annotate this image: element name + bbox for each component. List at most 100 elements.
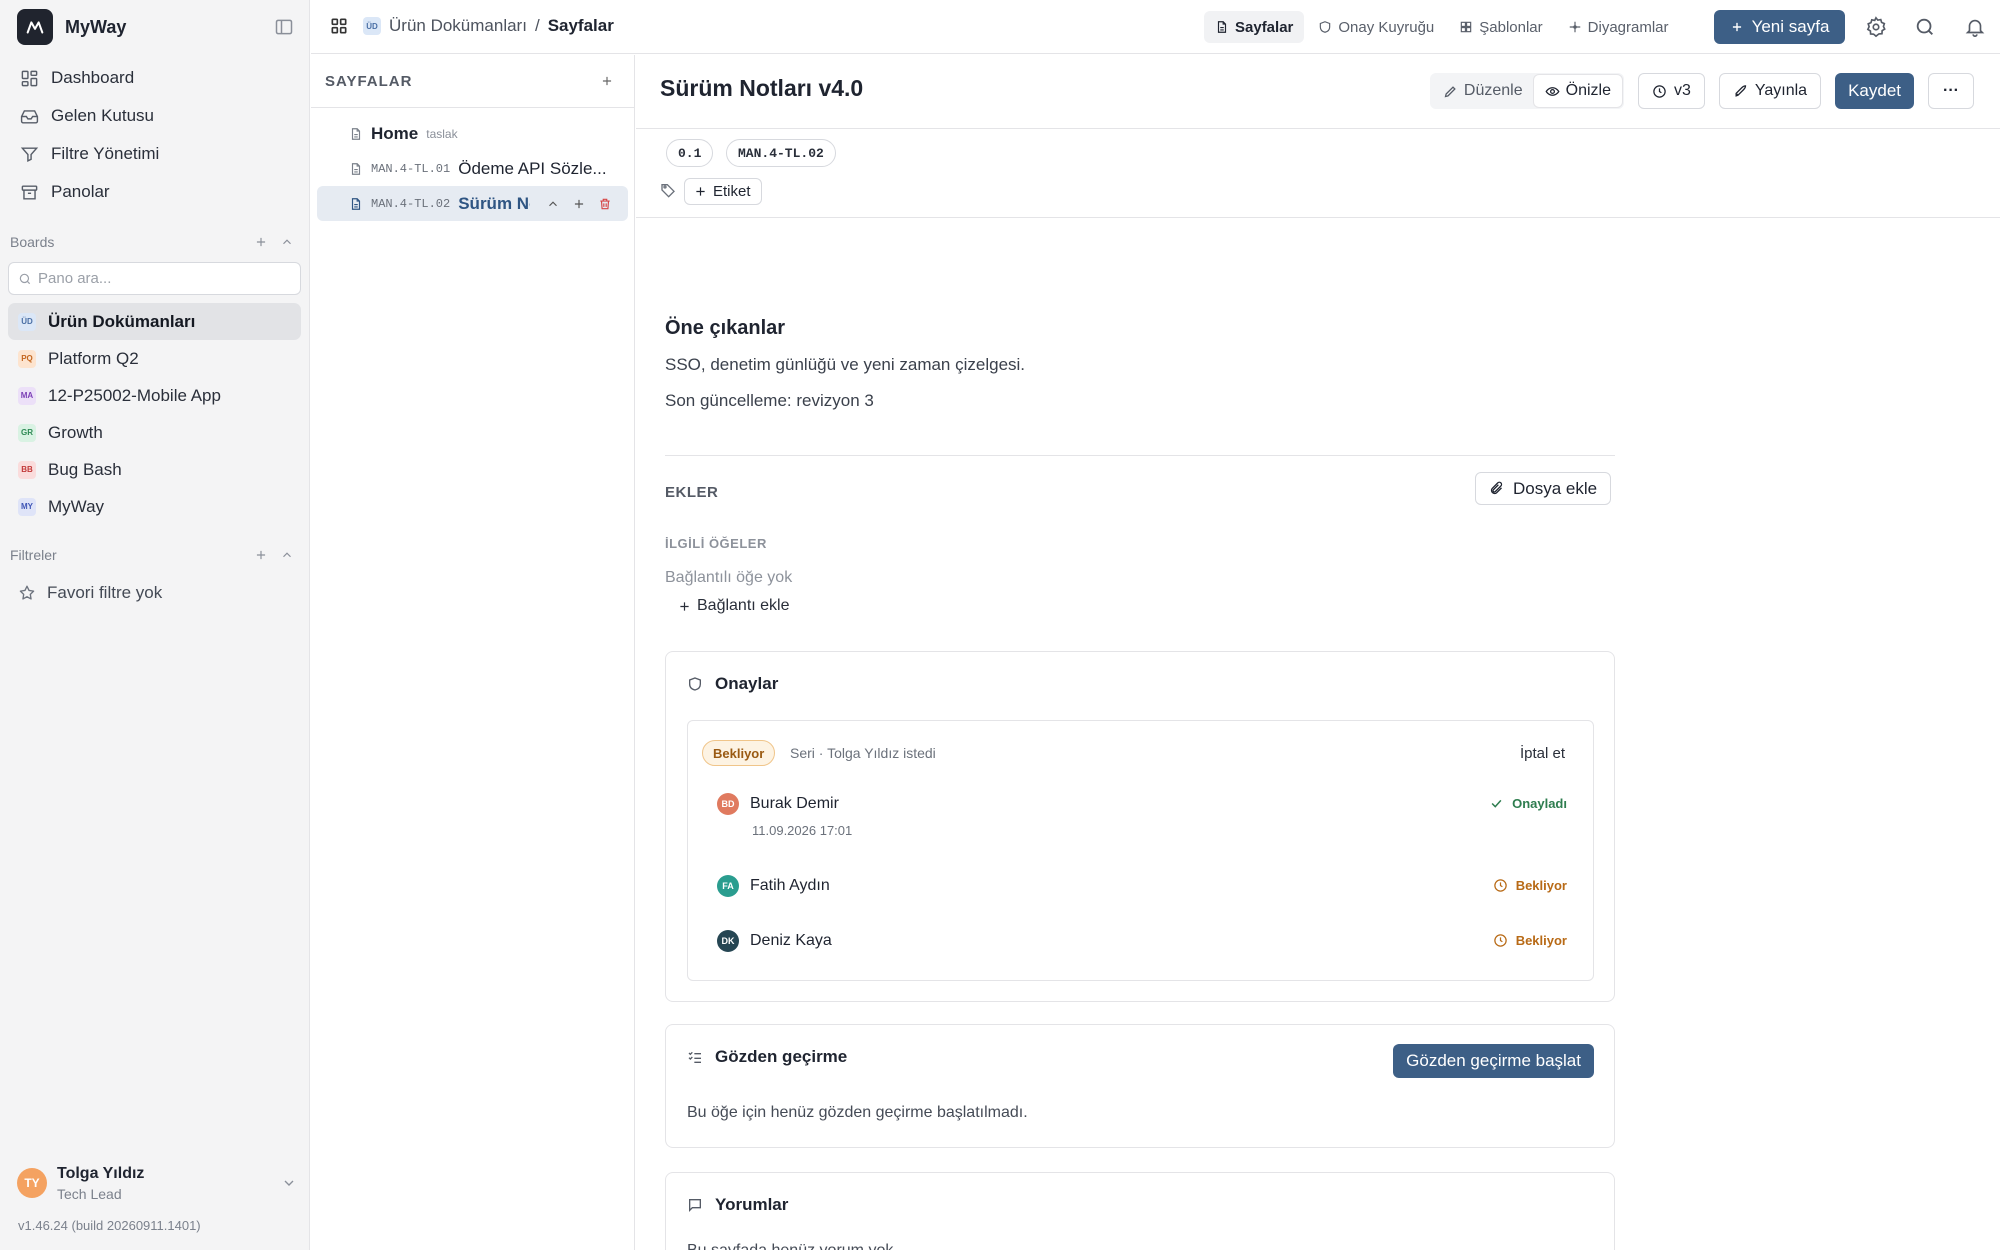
attach-file-button[interactable]: Dosya ekle — [1475, 472, 1612, 505]
boards-label: Boards — [10, 234, 55, 250]
more-options-button[interactable]: ··· — [1928, 73, 1974, 109]
user-menu[interactable]: TY Tolga Yıldız Tech Lead — [17, 1162, 297, 1204]
tab-approval-queue[interactable]: Onay Kuyruğu — [1307, 11, 1445, 43]
review-title-text: Gözden geçirme — [715, 1047, 848, 1066]
board-label: Bug Bash — [48, 459, 122, 479]
version-history-button[interactable]: v3 — [1637, 73, 1705, 109]
document-meta: 0.1 MAN.4-TL.02 Etiket — [636, 129, 2000, 218]
add-page-icon[interactable] — [600, 74, 614, 88]
approvals-title: Onaylar — [687, 674, 778, 694]
board-badge: ÜD — [18, 312, 36, 331]
nav-item-inbox[interactable]: Gelen Kutusu — [10, 97, 300, 135]
publish-button[interactable]: Yayınla — [1718, 73, 1822, 109]
document-icon — [351, 162, 361, 175]
nav-item-dashboard[interactable]: Dashboard — [10, 59, 300, 97]
board-item[interactable]: GR Growth — [8, 414, 301, 451]
preview-label: Önizle — [1565, 82, 1611, 99]
preview-mode-button[interactable]: Önizle — [1533, 75, 1622, 107]
search-icon — [19, 273, 31, 284]
add-tag-button[interactable]: Etiket — [684, 178, 762, 205]
board-item[interactable]: PQ Platform Q2 — [8, 340, 301, 377]
favorite-filters-empty: Favori filtre yok — [18, 583, 162, 603]
board-item[interactable]: BB Bug Bash — [8, 451, 301, 488]
board-search[interactable] — [8, 262, 301, 295]
board-label: Platform Q2 — [48, 348, 139, 368]
version-chip: 0.1 — [666, 139, 714, 167]
edit-label: Düzenle — [1463, 82, 1523, 99]
star-icon — [19, 585, 35, 600]
draft-label: taslak — [426, 126, 458, 141]
page-tree: Home taslak MAN.4-TL.01 Ödeme API Sözle.… — [311, 108, 634, 229]
logo-icon — [17, 9, 53, 45]
tab-label: Şablonlar — [1479, 18, 1543, 36]
apps-grid-icon[interactable] — [329, 16, 349, 36]
page-tree-item-active[interactable]: MAN.4-TL.02 Sürüm Notları v4.0 — [317, 186, 628, 221]
archive-icon — [21, 184, 38, 200]
plus-icon — [696, 187, 705, 196]
brand-name: MyWay — [65, 16, 127, 37]
chevron-up-icon[interactable] — [280, 235, 294, 249]
brand[interactable]: MyWay — [17, 9, 126, 45]
document-header: Sürüm Notları v4.0 Düzenle Önizle v3 Yay… — [636, 55, 2000, 129]
page-tree-item[interactable]: MAN.4-TL.01 Ödeme API Sözle... — [317, 151, 628, 186]
review-title: Gözden geçirme — [687, 1047, 847, 1067]
trash-icon[interactable] — [598, 197, 612, 211]
document-icon — [351, 127, 361, 140]
nav-item-boards[interactable]: Panolar — [10, 173, 300, 211]
approver-row: DK Deniz Kaya Bekliyor — [717, 926, 1567, 956]
document-actions: Düzenle Önizle v3 Yayınla Kaydet ··· — [1429, 73, 1974, 109]
approval-date: 11.09.2026 17:01 — [752, 823, 853, 838]
code-chip: MAN.4-TL.02 — [726, 139, 836, 167]
board-item[interactable]: MY MyWay — [8, 488, 301, 525]
approval-status-label: Bekliyor — [1515, 933, 1567, 948]
add-board-icon[interactable] — [254, 235, 268, 249]
attachments-label: EKLER — [665, 484, 719, 501]
no-links-text: Bağlantılı öğe yok — [665, 569, 793, 586]
user-role: Tech Lead — [57, 1185, 122, 1202]
tab-diagrams[interactable]: Diyagramlar — [1557, 11, 1680, 43]
rocket-icon — [1735, 84, 1747, 97]
approval-status: Bekliyor — [1493, 933, 1567, 948]
approvals-title-text: Onaylar — [715, 674, 779, 693]
approval-status: Bekliyor — [1493, 878, 1567, 893]
board-label: Ürün Dokümanları — [48, 311, 196, 331]
breadcrumb-board[interactable]: Ürün Dokümanları — [389, 16, 527, 36]
document-title: Sürüm Notları v4.0 — [660, 75, 864, 101]
page-title: Home — [371, 123, 419, 143]
app-root: MyWay Dashboard Gelen Kutusu Filtre Yöne… — [0, 0, 2000, 1250]
search-icon[interactable] — [1914, 16, 1936, 38]
new-page-button[interactable]: Yeni sayfa — [1714, 10, 1845, 44]
board-badge: GR — [18, 423, 36, 442]
page-tree-item[interactable]: Home taslak — [317, 116, 628, 151]
chevron-up-icon[interactable] — [280, 548, 294, 562]
add-link-button[interactable]: Bağlantı ekle — [679, 597, 790, 615]
board-item[interactable]: ÜD Ürün Dokümanları — [8, 303, 301, 340]
tab-templates[interactable]: Şablonlar — [1448, 11, 1553, 43]
add-filter-icon[interactable] — [254, 548, 268, 562]
shield-icon — [689, 677, 701, 691]
edit-mode-button[interactable]: Düzenle — [1432, 75, 1534, 107]
page-code: MAN.4-TL.01 — [371, 161, 451, 176]
version-text: v1.46.24 (build 20260911.1401) — [18, 1218, 201, 1233]
board-search-input[interactable] — [38, 270, 288, 287]
nav-item-label: Filtre Yönetimi — [51, 144, 160, 163]
add-subpage-icon[interactable] — [572, 197, 586, 211]
save-button[interactable]: Kaydet — [1835, 73, 1915, 109]
board-label: MyWay — [48, 496, 105, 516]
comments-card: Yorumlar Bu sayfada henüz yorum yok. — [665, 1172, 1615, 1250]
nav-item-filters[interactable]: Filtre Yönetimi — [10, 135, 300, 173]
chevron-up-icon[interactable] — [546, 197, 560, 211]
document-editor: Sürüm Notları v4.0 Düzenle Önizle v3 Yay… — [636, 55, 2000, 1250]
tab-label: Onay Kuyruğu — [1338, 18, 1435, 36]
tab-pages[interactable]: Sayfalar — [1204, 11, 1305, 43]
filters-label: Filtreler — [10, 547, 57, 563]
start-review-button[interactable]: Gözden geçirme başlat — [1393, 1044, 1594, 1078]
bell-icon[interactable] — [1964, 16, 1986, 38]
approver-name: Burak Demir — [750, 795, 839, 812]
settings-icon[interactable] — [1865, 16, 1887, 38]
approver-name: Deniz Kaya — [750, 932, 832, 949]
sidebar-toggle-icon[interactable] — [274, 17, 294, 37]
cancel-approval-button[interactable]: İptal et — [1520, 745, 1565, 762]
attach-file-label: Dosya ekle — [1513, 478, 1598, 498]
board-item[interactable]: MA 12-P25002-Mobile App — [8, 377, 301, 414]
